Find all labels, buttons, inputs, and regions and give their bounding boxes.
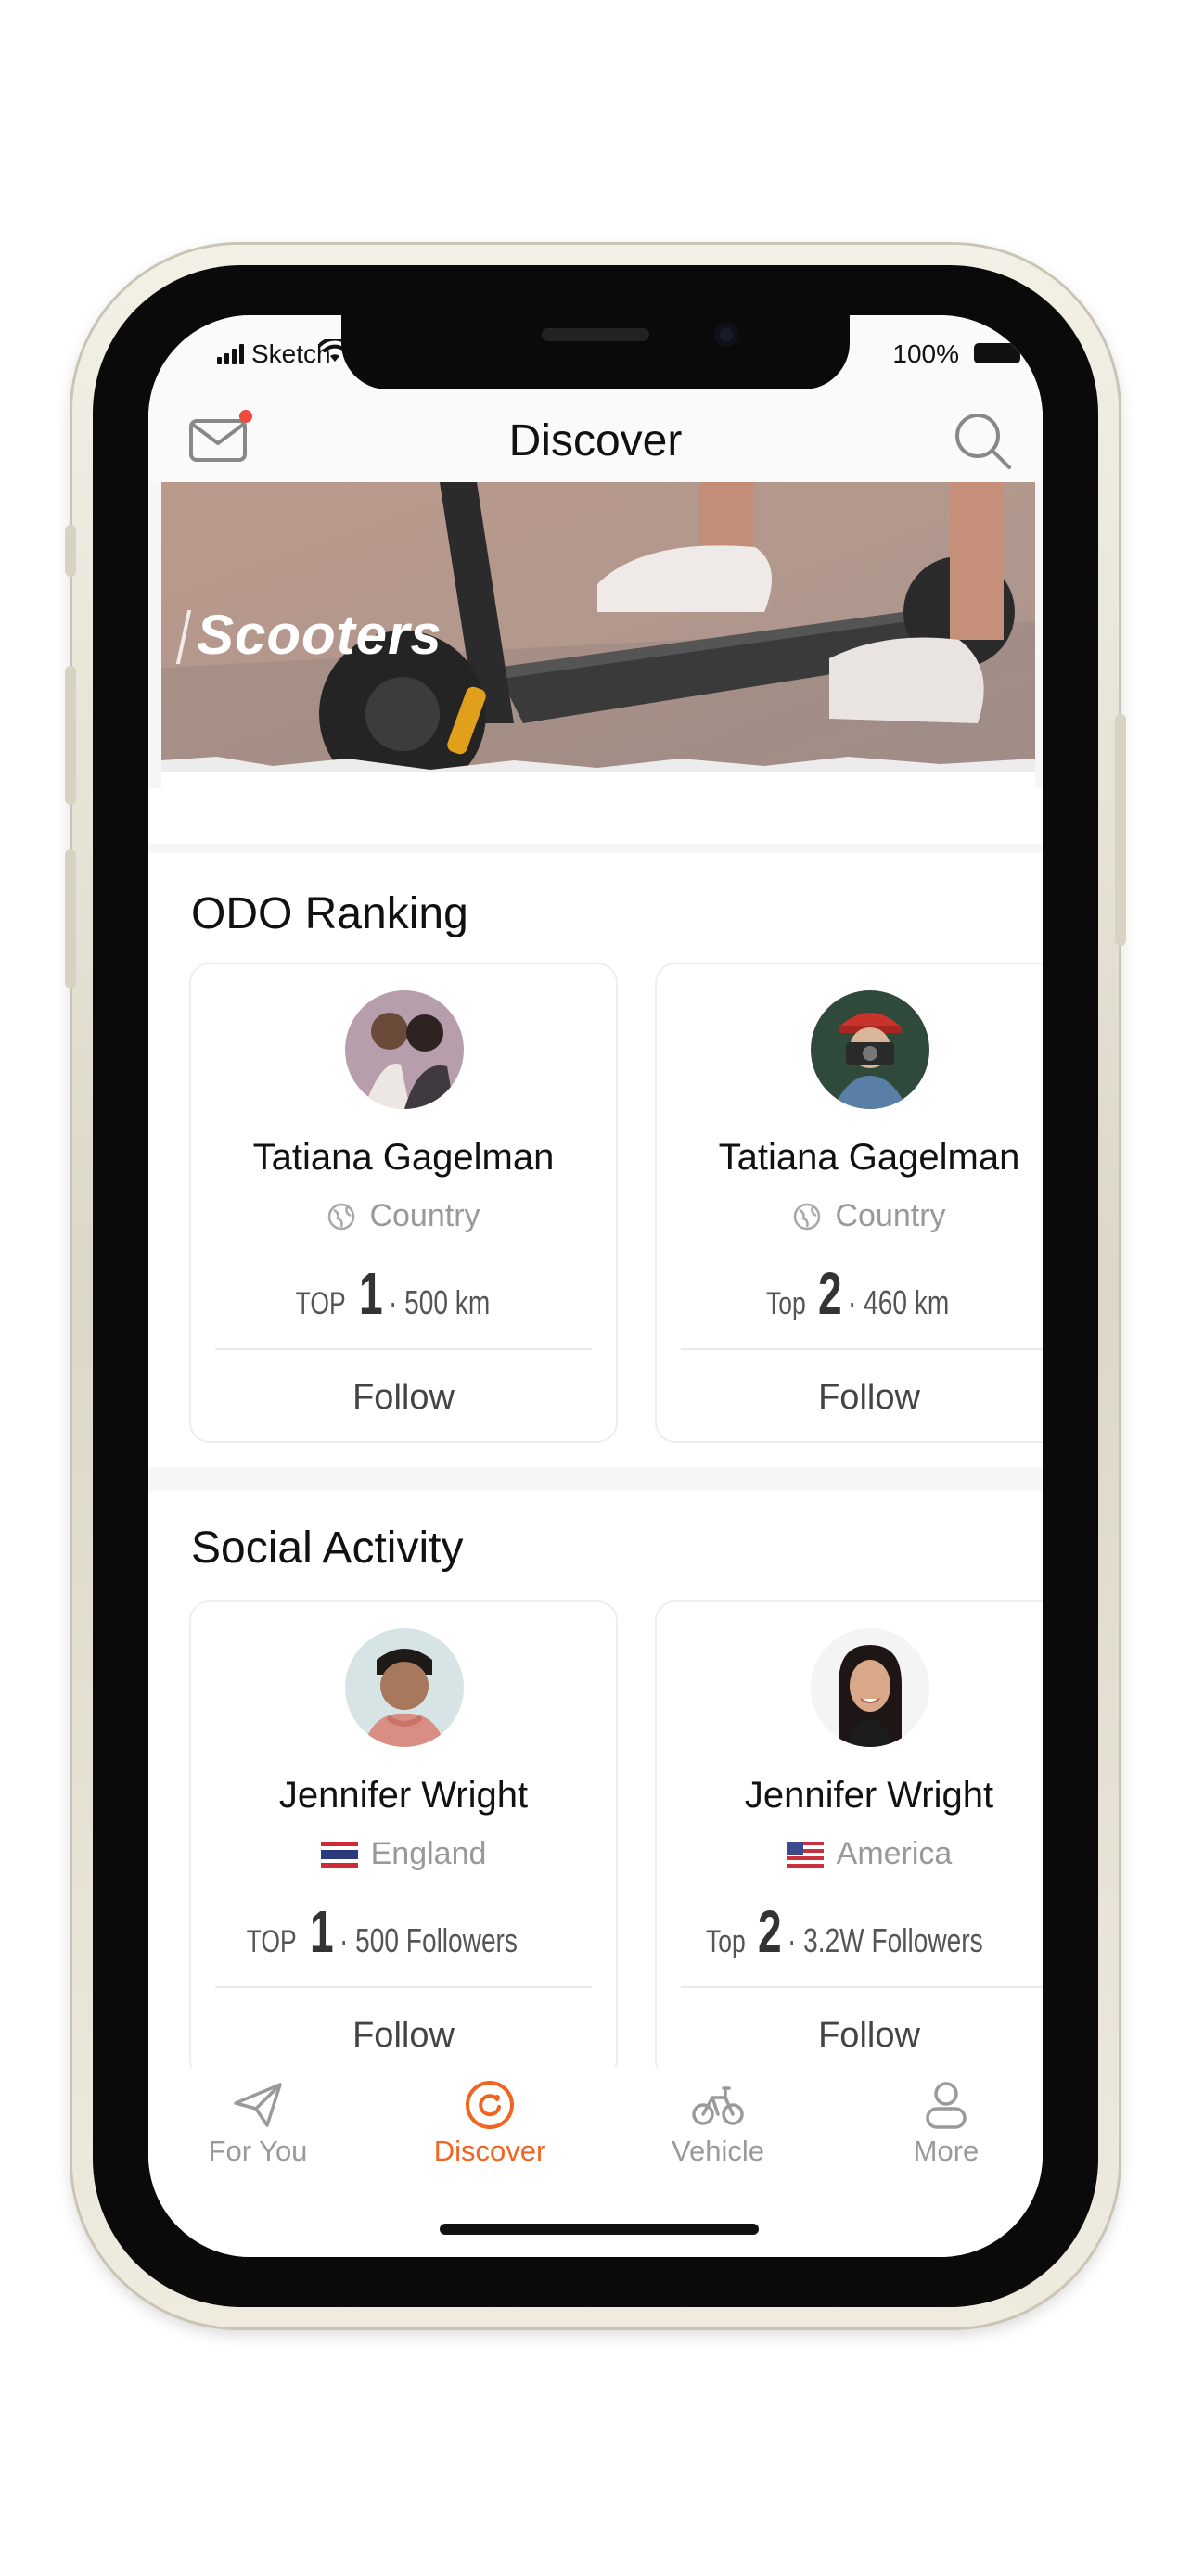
location: England [191, 1836, 616, 1872]
avatar[interactable] [811, 990, 929, 1109]
tab-label: Discover [433, 2135, 546, 2167]
notch [341, 315, 850, 389]
card-divider [681, 1986, 1043, 1988]
section-title: ODO Ranking [191, 889, 468, 938]
paper-plane-icon [234, 2083, 282, 2127]
compass-refresh-icon [466, 2081, 514, 2129]
tab-for-you[interactable]: For You [165, 2079, 351, 2190]
user-name: Tatiana Gagelman [718, 1137, 1020, 1178]
ranking-card[interactable]: Tatiana Gagelman Country TOP 1 · 500 km … [189, 963, 618, 1443]
globe-icon [328, 1203, 355, 1230]
location-label: Country [369, 1198, 480, 1233]
follow-button[interactable]: Follow [191, 2007, 616, 2064]
location: Country [657, 1198, 1043, 1234]
rank-line: Top 2 · 460 km [657, 1259, 1043, 1328]
usa-flag-icon [786, 1841, 824, 1868]
rank-line: TOP 1 · 500 km [191, 1259, 616, 1328]
volume-down-button [65, 849, 76, 988]
odo-ranking-section: ODO Ranking Tatiana Gagelman Country TOP… [148, 853, 1043, 1467]
follow-button[interactable]: Follow [657, 2007, 1043, 2064]
banner-backdrop [148, 788, 1043, 844]
carrier: Sketch [217, 339, 331, 369]
rank-number: 1 [358, 1260, 383, 1327]
person-icon [926, 2082, 967, 2129]
volume-up-button [65, 666, 76, 805]
location: America [657, 1836, 1043, 1872]
rank-number: 2 [757, 1898, 782, 1965]
rank-number: 1 [309, 1898, 334, 1965]
avatar[interactable] [811, 1628, 929, 1747]
tab-discover[interactable]: Discover [397, 2079, 583, 2190]
rank-number: 2 [817, 1260, 842, 1327]
ranking-card[interactable]: Tatiana Gagelman Country Top 2 · 460 km … [655, 963, 1043, 1443]
card-divider [215, 1986, 592, 1988]
banner-title: Scooters [197, 604, 442, 666]
tab-vehicle[interactable]: Vehicle [625, 2079, 811, 2190]
scooters-banner[interactable]: Scooters [161, 482, 1035, 788]
tab-label: For You [208, 2135, 308, 2167]
battery-icon [974, 343, 1020, 363]
rank-detail: · 500 km [389, 1283, 491, 1321]
user-name: Tatiana Gagelman [252, 1137, 555, 1178]
nav-bar: Discover [148, 389, 1043, 482]
avatar[interactable] [345, 990, 464, 1109]
tab-label: More [913, 2135, 980, 2167]
scroll-content[interactable]: Scooters ODO Ranking Tatiana Gagelman Co… [148, 482, 1043, 2068]
signal-icon [217, 344, 244, 364]
rank-prefix: Top [765, 1286, 806, 1321]
tab-more[interactable]: More [853, 2079, 1039, 2190]
screen: Sketch 100% Discover Scooters ODO Rankin… [148, 315, 1043, 2257]
search-icon[interactable] [952, 410, 1013, 471]
section-title: Social Activity [191, 1524, 464, 1573]
mute-switch [65, 525, 76, 577]
rank-line: TOP 1 · 500 Followers [191, 1897, 616, 1966]
card-divider [681, 1348, 1043, 1350]
social-activity-section: Social Activity Jennifer Wright England … [148, 1491, 1043, 2068]
rank-line: Top 2 · 3.2W Followers [657, 1897, 1043, 1966]
earpiece-speaker [542, 328, 649, 341]
front-camera [714, 323, 738, 347]
location-label: England [370, 1836, 487, 1871]
thailand-flag-icon [320, 1841, 358, 1868]
rank-detail: · 500 Followers [339, 1921, 519, 1959]
rank-detail: · 3.2W Followers [788, 1921, 983, 1959]
user-name: Jennifer Wright [744, 1775, 994, 1816]
avatar[interactable] [345, 1628, 464, 1747]
rank-prefix: TOP [295, 1286, 346, 1321]
location-label: Country [835, 1198, 946, 1233]
activity-card[interactable]: Jennifer Wright America Top 2 · 3.2W Fol… [655, 1600, 1043, 2068]
bicycle-icon [692, 2086, 744, 2125]
follow-button[interactable]: Follow [657, 1369, 1043, 1426]
card-divider [215, 1348, 592, 1350]
globe-icon [794, 1203, 821, 1230]
battery-percentage: 100% [892, 339, 959, 368]
user-name: Jennifer Wright [278, 1775, 529, 1816]
power-button [1115, 714, 1126, 946]
activity-card[interactable]: Jennifer Wright England TOP 1 · 500 Foll… [189, 1600, 618, 2068]
page-title: Discover [508, 416, 683, 465]
location-label: America [836, 1836, 953, 1871]
follow-button[interactable]: Follow [191, 1369, 616, 1426]
home-indicator[interactable] [440, 2224, 759, 2235]
rank-detail: · 460 km [848, 1283, 950, 1321]
location: Country [191, 1198, 616, 1234]
rank-prefix: Top [705, 1924, 746, 1959]
rank-prefix: TOP [246, 1924, 297, 1959]
tab-label: Vehicle [672, 2135, 764, 2167]
